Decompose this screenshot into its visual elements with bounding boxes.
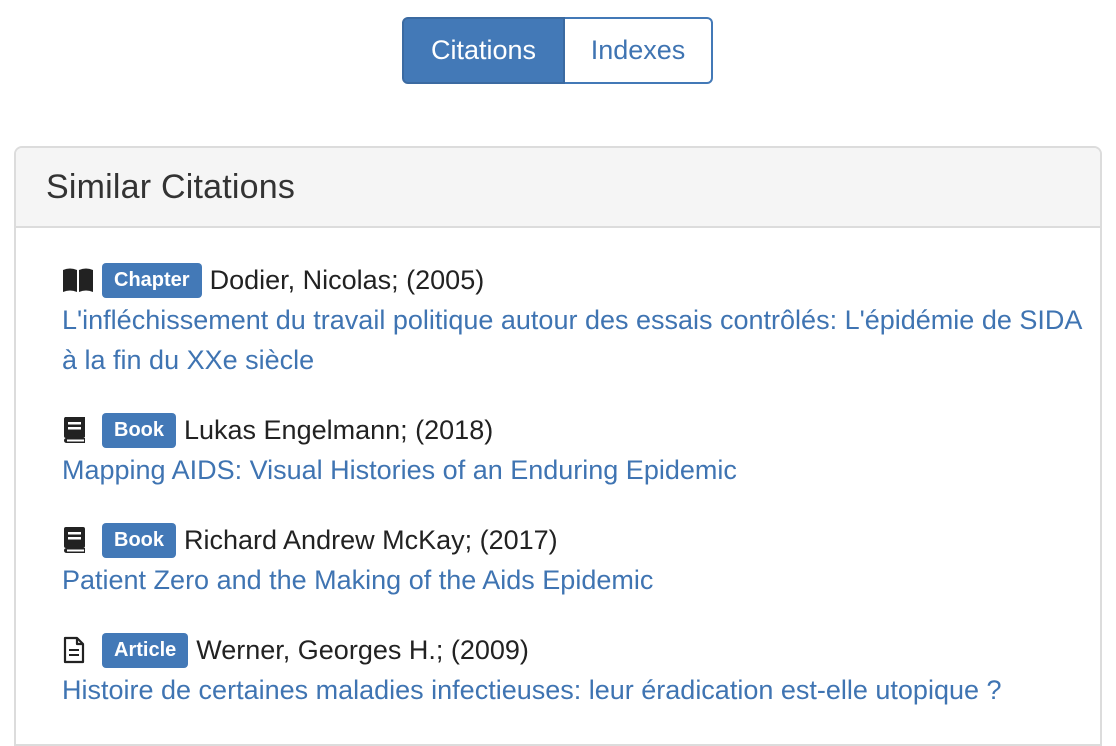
citation-item: Book Richard Andrew McKay; (2017) Patien… xyxy=(62,520,1082,600)
panel-title: Similar Citations xyxy=(46,167,296,206)
citation-meta: Article Werner, Georges H.; (2009) xyxy=(62,630,1082,670)
citation-title-link[interactable]: Histoire de certaines maladies infectieu… xyxy=(62,670,1082,710)
citation-author-year: Werner, Georges H.; (2009) xyxy=(196,634,529,665)
citation-meta: Book Lukas Engelmann; (2018) xyxy=(62,410,1082,450)
citation-author-year: Richard Andrew McKay; (2017) xyxy=(184,524,558,555)
similar-citations-panel: Similar Citations Chapter Dodier, Nicola… xyxy=(14,146,1102,746)
citation-author-year: Dodier, Nicolas; (2005) xyxy=(209,264,485,295)
citation-item: Book Lukas Engelmann; (2018) Mapping AID… xyxy=(62,410,1082,490)
citation-title-link[interactable]: L'infléchissement du travail politique a… xyxy=(62,300,1082,380)
citation-item: Chapter Dodier, Nicolas; (2005) L'infléc… xyxy=(62,260,1082,380)
citation-meta: Book Richard Andrew McKay; (2017) xyxy=(62,520,1082,560)
document-icon xyxy=(62,635,96,665)
citation-title-link[interactable]: Patient Zero and the Making of the Aids … xyxy=(62,560,1082,600)
citation-title-link[interactable]: Mapping AIDS: Visual Histories of an End… xyxy=(62,450,1082,490)
panel-heading: Similar Citations xyxy=(16,148,1100,228)
citation-item: Article Werner, Georges H.; (2009) Histo… xyxy=(62,630,1082,710)
citation-meta: Chapter Dodier, Nicolas; (2005) xyxy=(62,260,1082,300)
citation-type-badge: Chapter xyxy=(102,262,202,298)
book-icon xyxy=(62,415,96,445)
book-icon xyxy=(62,525,96,555)
view-toggle: Citations Indexes xyxy=(402,17,713,84)
citation-type-badge: Book xyxy=(102,522,176,558)
book-open-icon xyxy=(62,265,96,295)
citations-tab-button[interactable]: Citations xyxy=(402,17,565,84)
citation-type-badge: Book xyxy=(102,412,176,448)
citation-type-badge: Article xyxy=(102,632,189,668)
indexes-tab-button[interactable]: Indexes xyxy=(565,17,713,84)
citation-author-year: Lukas Engelmann; (2018) xyxy=(184,414,494,445)
